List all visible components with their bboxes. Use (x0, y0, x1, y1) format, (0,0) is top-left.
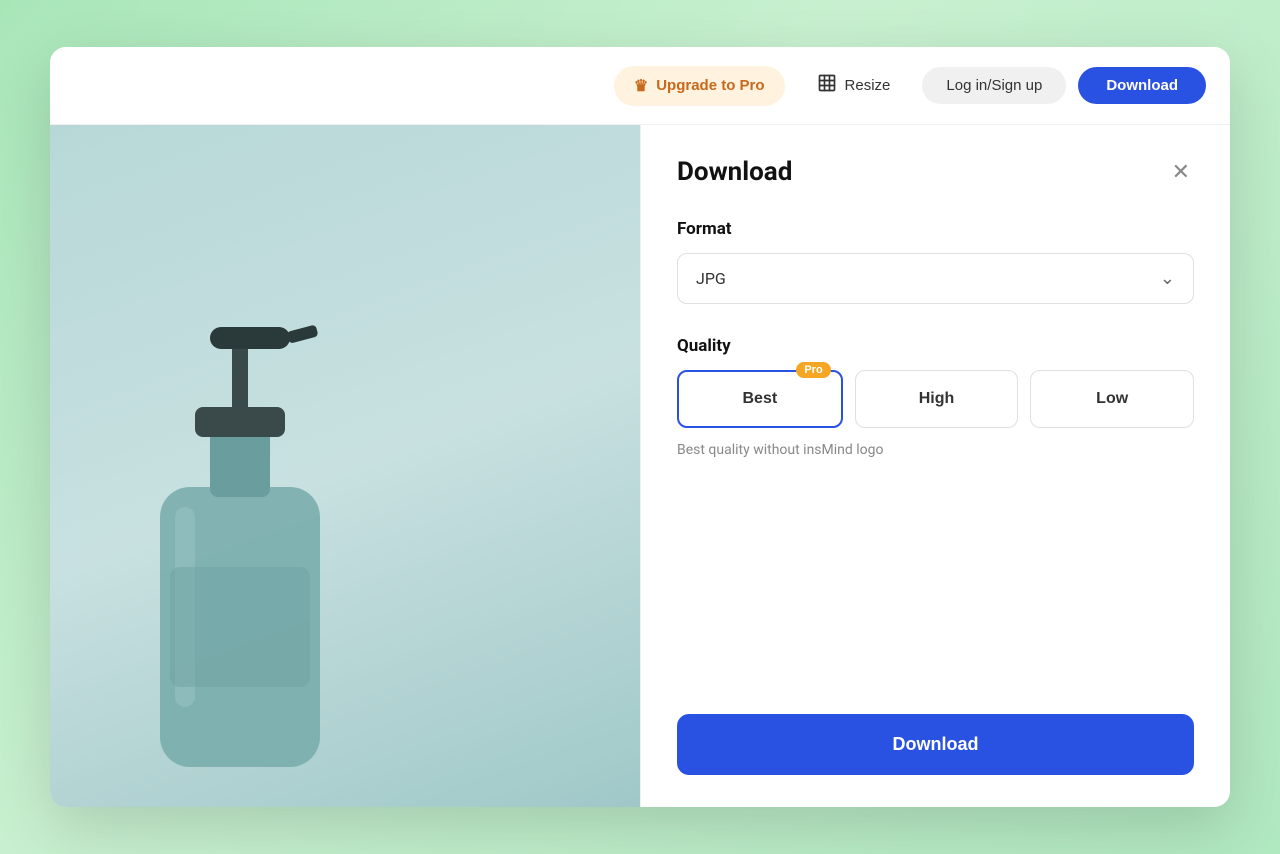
format-value: JPG (696, 269, 726, 288)
quality-low-button[interactable]: Low (1030, 370, 1194, 428)
format-dropdown-wrapper: JPG ⌄ (677, 253, 1194, 304)
close-icon: ✕ (1172, 159, 1190, 184)
download-panel-button[interactable]: Download (677, 714, 1194, 775)
panel-header: Download ✕ (677, 157, 1194, 187)
spacer (677, 490, 1194, 714)
chevron-down-icon: ⌄ (1160, 268, 1175, 289)
main-content: Download ✕ Format JPG ⌄ Quality (50, 125, 1230, 807)
app-container: ♛ Upgrade to Pro Resize Log in/Sign up D… (50, 47, 1230, 807)
quality-high-button[interactable]: High (855, 370, 1019, 428)
upgrade-to-pro-button[interactable]: ♛ Upgrade to Pro (614, 66, 785, 106)
resize-icon (817, 73, 837, 98)
format-section-label: Format (677, 219, 1194, 239)
login-signup-button[interactable]: Log in/Sign up (922, 67, 1066, 104)
quality-best-button[interactable]: Pro Best (677, 370, 843, 428)
toolbar: ♛ Upgrade to Pro Resize Log in/Sign up D… (50, 47, 1230, 125)
download-panel: Download ✕ Format JPG ⌄ Quality (640, 125, 1230, 807)
panel-title: Download (677, 157, 792, 187)
format-section: Format JPG ⌄ (677, 219, 1194, 336)
quality-section: Quality Pro Best High Low Best quality w… (677, 336, 1194, 490)
download-header-button[interactable]: Download (1078, 67, 1206, 104)
quality-description: Best quality without insMind logo (677, 442, 1194, 458)
close-button[interactable]: ✕ (1168, 157, 1194, 187)
product-image (110, 287, 390, 807)
format-dropdown[interactable]: JPG ⌄ (677, 253, 1194, 304)
crown-icon: ♛ (634, 76, 648, 96)
quality-section-label: Quality (677, 336, 1194, 356)
image-area (50, 125, 640, 807)
pro-badge: Pro (796, 362, 830, 378)
resize-button[interactable]: Resize (797, 63, 911, 108)
quality-options: Pro Best High Low (677, 370, 1194, 428)
